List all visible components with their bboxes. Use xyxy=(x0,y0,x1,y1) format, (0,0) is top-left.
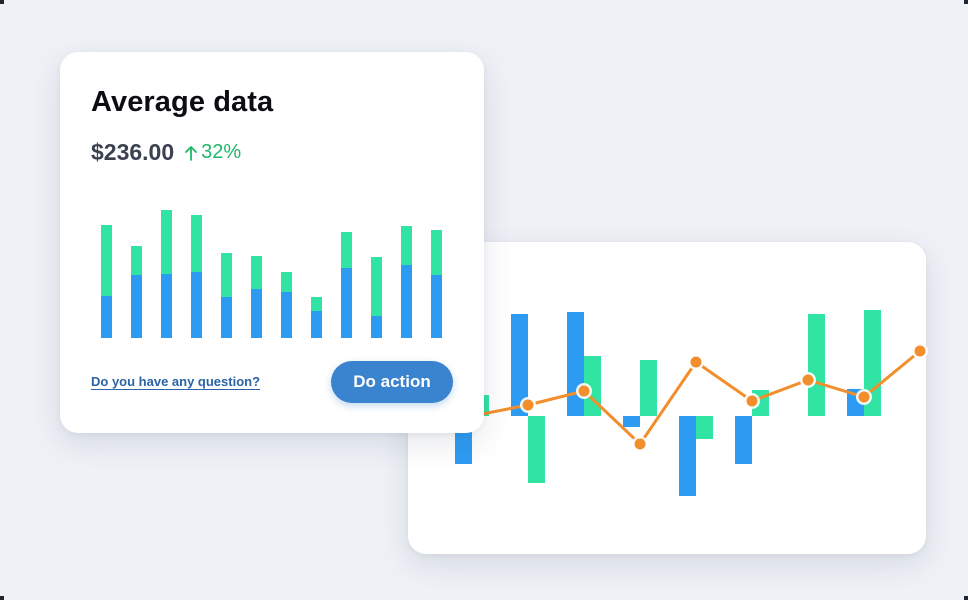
average-data-card: Average data $236.00 32% Do you have any… xyxy=(60,52,484,433)
data-point xyxy=(634,438,646,450)
bar-segment-blue xyxy=(131,275,142,338)
bar-green xyxy=(640,360,657,416)
bar-segment-green xyxy=(401,226,412,265)
bar-segment-green xyxy=(101,225,112,296)
bar-segment-green xyxy=(221,253,232,297)
bar-green xyxy=(696,416,713,439)
data-point xyxy=(522,399,534,411)
data-point xyxy=(802,374,814,386)
bar-segment-blue xyxy=(341,268,352,338)
bar-segment-blue xyxy=(191,272,202,338)
bar-segment-green xyxy=(131,246,142,275)
do-action-button[interactable]: Do action xyxy=(331,361,453,403)
bar-green xyxy=(808,314,825,416)
bar-segment-blue xyxy=(161,274,172,338)
data-point xyxy=(578,385,590,397)
bar-blue xyxy=(735,416,752,464)
bar-segment-green xyxy=(281,272,292,292)
bar-segment-blue xyxy=(371,316,382,338)
bar-segment-blue xyxy=(281,292,292,338)
bar-segment-green xyxy=(371,257,382,316)
data-point xyxy=(690,356,702,368)
bar-blue xyxy=(679,416,696,496)
bar-segment-blue xyxy=(431,275,442,338)
bar-segment-blue xyxy=(311,311,322,338)
bar-segment-green xyxy=(311,297,322,311)
data-point xyxy=(746,395,758,407)
bar-green xyxy=(528,416,545,483)
bar-blue xyxy=(623,416,640,427)
data-point xyxy=(858,391,870,403)
stacked-bar-chart xyxy=(101,210,442,338)
corner-mark xyxy=(964,596,968,600)
bar-segment-blue xyxy=(251,289,262,338)
corner-mark xyxy=(0,596,4,600)
combo-chart-card xyxy=(408,242,928,554)
combo-chart xyxy=(455,310,928,496)
question-link[interactable]: Do you have any question? xyxy=(91,374,260,389)
bar-segment-green xyxy=(431,230,442,275)
bar-segment-green xyxy=(161,210,172,274)
bar-segment-blue xyxy=(221,297,232,338)
bar-segment-green xyxy=(191,215,202,272)
corner-mark xyxy=(0,0,4,4)
bar-segment-blue xyxy=(101,296,112,338)
bar-segment-green xyxy=(251,256,262,289)
bar-blue xyxy=(567,312,584,416)
data-point xyxy=(914,345,926,357)
bar-segment-blue xyxy=(401,265,412,338)
bar-segment-green xyxy=(341,232,352,268)
corner-mark xyxy=(964,0,968,4)
